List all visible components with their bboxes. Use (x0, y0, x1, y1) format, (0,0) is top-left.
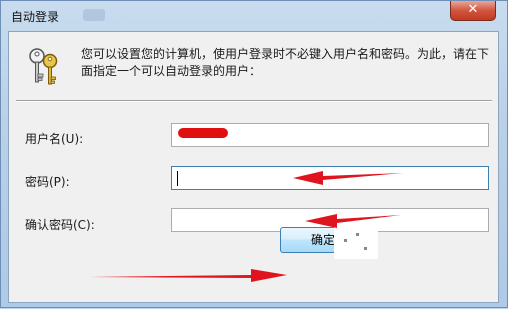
annotation-arrow (89, 269, 287, 282)
annotation-arrows (89, 171, 403, 282)
annotation-arrow (293, 171, 403, 185)
annotation-arrow (305, 214, 401, 228)
auto-logon-dialog: 自动登录 ✕ 您可以设置您的计算机，使用户登录时不必键入用户名和密码。为此，请在… (0, 0, 508, 308)
